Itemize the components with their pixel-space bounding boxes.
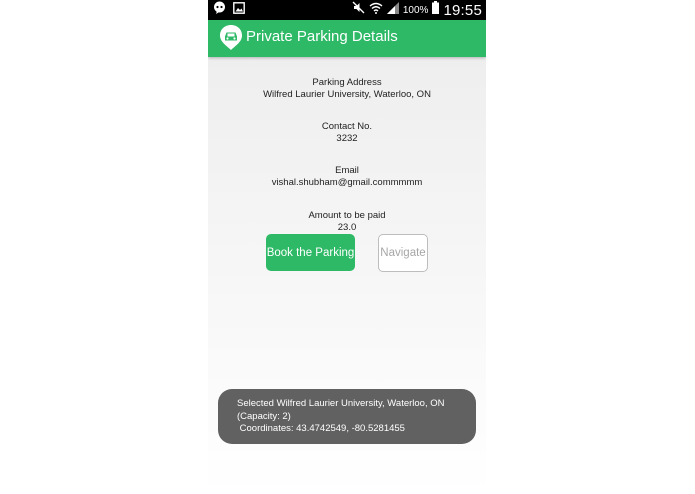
app-bar: Private Parking Details — [208, 20, 486, 57]
contact-label: Contact No. — [321, 121, 373, 132]
phone-screen: 100% 19:55 Private Parking Details Parki… — [208, 0, 486, 494]
email-label: Email — [335, 165, 359, 176]
signal-icon — [386, 1, 399, 19]
amount-value: 23.0 — [337, 222, 357, 233]
status-left-icons — [213, 1, 245, 19]
parking-address-section: Parking Address Wilfred Laurier Universi… — [208, 77, 486, 101]
email-section: Email vishal.shubham@gmail.commmmm — [208, 165, 486, 189]
amount-section: Amount to be paid 23.0 — [208, 210, 486, 234]
mute-icon — [352, 1, 365, 19]
toast-line-coordinates: Coordinates: 43.4742549, -80.5281455 — [237, 423, 405, 434]
parking-address-label: Parking Address — [312, 77, 382, 88]
amount-label: Amount to be paid — [308, 210, 386, 221]
status-right-icons: 100% 19:55 — [352, 0, 482, 20]
image-notification-icon — [233, 1, 245, 19]
battery-icon — [432, 1, 440, 19]
toast-line-selected: Selected Wilfred Laurier University, Wat… — [237, 398, 445, 409]
contact-value: 3232 — [336, 133, 358, 144]
toast-line-capacity: (Capacity: 2) — [237, 410, 291, 422]
chat-bubble-icon — [213, 1, 226, 19]
contact-section: Contact No. 3232 — [208, 121, 486, 145]
status-bar: 100% 19:55 — [208, 0, 486, 20]
battery-percentage: 100% — [402, 4, 429, 16]
status-clock: 19:55 — [443, 1, 482, 19]
wifi-icon — [369, 1, 383, 19]
page-title: Private Parking Details — [246, 28, 398, 45]
email-value: vishal.shubham@gmail.commmmm — [271, 177, 423, 188]
book-parking-button[interactable]: Book the Parking — [266, 234, 355, 271]
navigate-button[interactable]: Navigate — [378, 234, 428, 272]
parking-car-logo-icon — [218, 24, 244, 51]
parking-address-value: Wilfred Laurier University, Waterloo, ON — [263, 89, 431, 100]
toast-message: Selected Wilfred Laurier University, Wat… — [218, 389, 476, 444]
